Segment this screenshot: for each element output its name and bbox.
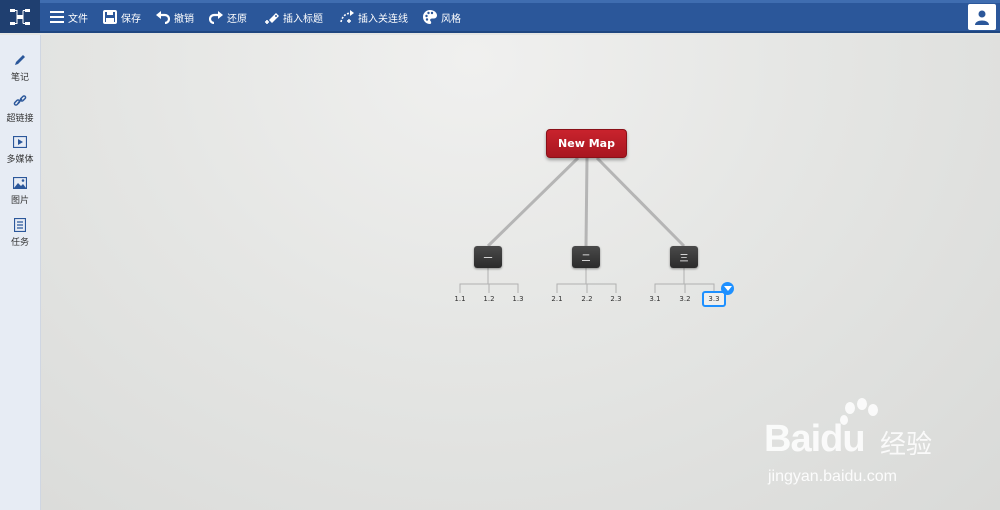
- subtopic-3-2[interactable]: 3.2: [673, 293, 697, 305]
- expand-toggle-button[interactable]: [721, 282, 734, 295]
- subtopic-2-2[interactable]: 2.2: [575, 293, 599, 305]
- root-link-2: [584, 157, 589, 247]
- branch-topic-1[interactable]: 一: [474, 246, 502, 268]
- subtopic-1-3[interactable]: 1.3: [506, 293, 530, 305]
- subtopic-2-1[interactable]: 2.1: [545, 293, 569, 305]
- branch-topic-3[interactable]: 三: [670, 246, 698, 268]
- branch-topic-2[interactable]: 二: [572, 246, 600, 268]
- chevron-down-icon: [723, 285, 732, 291]
- subtopic-1-2[interactable]: 1.2: [477, 293, 501, 305]
- branch-2-links: [556, 268, 617, 293]
- watermark-brand-cn: 经验: [880, 430, 933, 460]
- root-topic[interactable]: New Map: [546, 129, 627, 158]
- branch-3-links: [654, 268, 715, 293]
- subtopic-2-3[interactable]: 2.3: [604, 293, 628, 305]
- watermark-url: jingyan.baidu.com: [768, 468, 897, 485]
- root-link-1: [486, 156, 580, 248]
- subtopic-1-1[interactable]: 1.1: [448, 293, 472, 305]
- subtopic-3-1[interactable]: 3.1: [643, 293, 667, 305]
- branch-1-links: [459, 268, 519, 293]
- root-link-3: [595, 156, 686, 248]
- watermark-brand: Baidu: [764, 418, 866, 460]
- baidu-watermark: Baidu 经验 jingyan.baidu.com: [760, 398, 960, 493]
